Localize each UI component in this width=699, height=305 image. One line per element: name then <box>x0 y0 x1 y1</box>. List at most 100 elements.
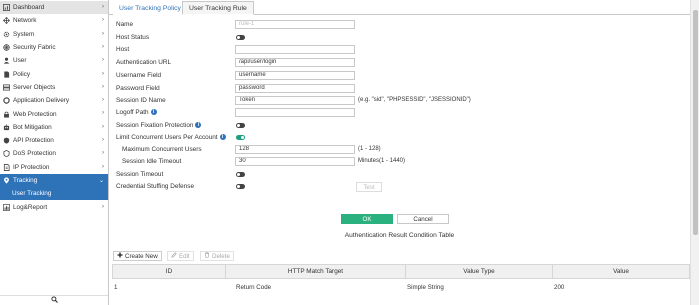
cell-value-type: Simple String <box>407 284 444 291</box>
session-fixation-toggle[interactable] <box>236 123 245 128</box>
ok-button[interactable]: OK <box>341 214 393 224</box>
tab-user-tracking-rule[interactable]: User Tracking Rule <box>182 1 254 15</box>
sidebar-item-user[interactable]: User › <box>0 54 108 67</box>
limit-concurrent-text: Limit Concurrent Users Per Account <box>116 134 218 141</box>
info-icon[interactable]: i <box>195 122 202 129</box>
info-icon[interactable]: i <box>150 109 157 116</box>
password-field[interactable] <box>235 83 355 93</box>
password-field-label: Password Field <box>116 85 160 92</box>
chevron-right-icon: › <box>102 57 104 64</box>
sidebar-item-server-objects[interactable]: Server Objects › <box>0 81 108 94</box>
dashboard-icon <box>2 4 10 12</box>
credential-stuffing-toggle[interactable] <box>236 184 245 189</box>
session-id-hint: (e.g. "sid", "PHPSESSID", "JSESSIONID") <box>358 97 471 103</box>
chevron-right-icon: › <box>102 30 104 37</box>
host-status-toggle[interactable] <box>236 35 245 40</box>
chevron-right-icon: › <box>102 123 104 130</box>
logoff-path-field[interactable] <box>235 107 355 117</box>
sidebar-item-tracking[interactable]: Tracking ⌄ <box>0 173 108 188</box>
create-new-label: Create New <box>125 252 158 260</box>
table-row[interactable]: 1 Return Code Simple String 200 <box>112 280 690 295</box>
sidebar-search-button[interactable] <box>0 295 108 305</box>
fabric-icon <box>2 44 10 52</box>
scrollbar-thumb[interactable] <box>693 10 698 235</box>
table-title: Authentication Result Condition Table <box>344 232 455 239</box>
sidebar-item-label: Policy <box>13 70 31 78</box>
sidebar-item-label: Bot Mitigation <box>13 123 52 131</box>
session-fixation-text: Session Fixation Protection <box>116 122 194 129</box>
host-field[interactable] <box>235 44 355 54</box>
user-icon <box>2 57 10 65</box>
chevron-right-icon: › <box>102 4 104 10</box>
column-header-id[interactable]: ID <box>113 265 226 278</box>
table-header: ID HTTP Match Target Value Type Value <box>112 264 690 279</box>
create-new-button[interactable]: Create New <box>113 251 162 261</box>
policy-icon <box>2 70 10 78</box>
delete-button[interactable]: Delete <box>200 251 234 261</box>
plus-icon <box>117 252 125 260</box>
sidebar-item-label: Network <box>13 17 37 25</box>
sidebar-item-user-tracking[interactable]: User Tracking <box>0 187 108 201</box>
gear-icon <box>2 30 10 38</box>
sidebar-item-label: Log&Report <box>13 203 48 211</box>
trash-icon <box>204 252 212 260</box>
username-field-label: Username Field <box>116 72 162 79</box>
sidebar-item-security-fabric[interactable]: Security Fabric › <box>0 41 108 54</box>
sidebar-item-label: User <box>13 57 27 65</box>
sidebar-item-label: Server Objects <box>13 83 56 91</box>
sidebar-item-dashboard[interactable]: Dashboard › <box>0 1 108 15</box>
sidebar-item-log-report[interactable]: Log&Report › <box>0 201 108 214</box>
session-timeout-label: Session Timeout <box>116 171 164 178</box>
search-icon <box>50 296 58 305</box>
chevron-right-icon: › <box>102 97 104 104</box>
session-id-label: Session ID Name <box>116 97 166 104</box>
chart-icon <box>2 203 10 211</box>
lock-icon <box>2 110 10 118</box>
cancel-button[interactable]: Cancel <box>397 214 449 224</box>
vertical-scrollbar[interactable] <box>690 0 699 305</box>
chevron-right-icon: › <box>102 110 104 117</box>
edit-button[interactable]: Edit <box>167 251 194 261</box>
max-concurrent-field[interactable] <box>235 144 355 154</box>
name-label: Name <box>116 21 134 28</box>
limit-concurrent-toggle[interactable] <box>236 135 245 140</box>
sidebar-item-application-delivery[interactable]: Application Delivery › <box>0 94 108 107</box>
sidebar-item-label: API Protection <box>13 137 54 145</box>
test-button[interactable]: Test <box>356 182 382 192</box>
chevron-down-icon: ⌄ <box>98 177 104 184</box>
max-concurrent-label: Maximum Concurrent Users <box>122 146 202 153</box>
sidebar-item-api-protection[interactable]: API Protection › <box>0 134 108 147</box>
bot-icon <box>2 123 10 131</box>
session-id-field[interactable] <box>235 95 355 105</box>
sidebar-item-system[interactable]: System › <box>0 28 108 41</box>
sidebar-item-policy[interactable]: Policy › <box>0 68 108 81</box>
max-concurrent-hint: (1 - 128) <box>358 146 381 152</box>
column-header-value-type[interactable]: Value Type <box>406 265 553 278</box>
tab-user-tracking-policy[interactable]: User Tracking Policy <box>113 1 187 15</box>
chevron-right-icon: › <box>102 83 104 90</box>
column-header-value[interactable]: Value <box>553 265 689 278</box>
delivery-icon <box>2 97 10 105</box>
username-field[interactable] <box>235 70 355 80</box>
cell-value: 200 <box>554 284 565 291</box>
cell-id: 1 <box>114 284 118 291</box>
chevron-right-icon: › <box>102 17 104 24</box>
sidebar-item-dos-protection[interactable]: DoS Protection › <box>0 147 108 160</box>
idle-timeout-field[interactable] <box>235 156 355 166</box>
auth-url-field[interactable] <box>235 57 355 67</box>
delete-label: Delete <box>212 252 230 260</box>
chevron-right-icon: › <box>102 137 104 143</box>
name-field[interactable] <box>235 19 355 29</box>
sidebar: Dashboard › Network › System › Security … <box>0 0 109 305</box>
sidebar-item-web-protection[interactable]: Web Protection › <box>0 107 108 120</box>
ip-icon <box>2 163 10 171</box>
host-status-label: Host Status <box>116 34 150 41</box>
sidebar-item-bot-mitigation[interactable]: Bot Mitigation › <box>0 121 108 134</box>
sidebar-item-ip-protection[interactable]: IP Protection › <box>0 161 108 174</box>
credential-stuffing-label: Credential Stuffing Defense <box>116 183 195 190</box>
column-header-http-match-target[interactable]: HTTP Match Target <box>226 265 406 278</box>
info-icon[interactable]: i <box>219 134 226 141</box>
session-timeout-toggle[interactable] <box>236 172 245 177</box>
sidebar-item-network[interactable]: Network › <box>0 14 108 27</box>
sidebar-item-label: System <box>13 30 35 38</box>
